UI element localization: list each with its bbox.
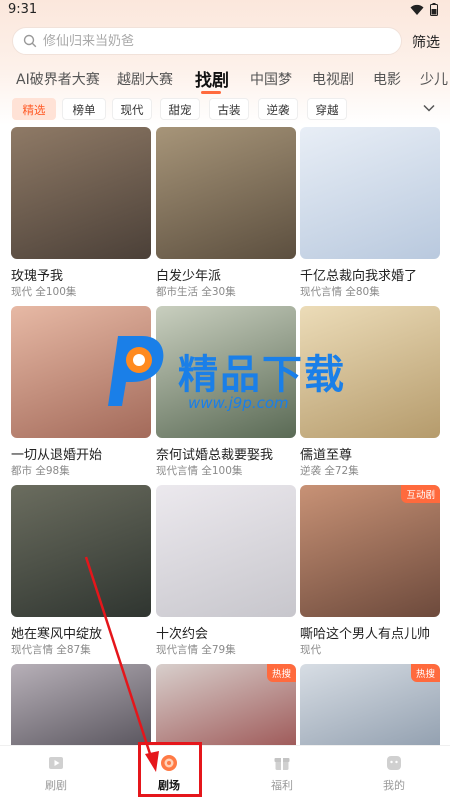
tab-tv-series[interactable]: 电视剧 [312,69,354,89]
genre-filter-chips: 精选 榜单 现代 甜宠 古装 逆袭 穿越 [0,98,450,122]
drama-poster [300,127,440,259]
drama-title: 十次约会 [156,627,209,642]
drama-poster [11,127,151,259]
drama-meta: 现代言情 全100集 [156,465,243,477]
watermark-text: 精品下载 [178,352,346,398]
watermark-logo [108,336,164,406]
gift-icon [274,758,290,770]
hot-search-badge: 热搜 [410,664,440,682]
chip-costume[interactable]: 古装 [209,98,249,120]
nav-label: 刷剧 [45,779,67,792]
drama-meta: 现代 全100集 [11,286,77,298]
status-icons [410,3,438,16]
drama-meta: 都市生活 全30集 [156,286,236,298]
drama-poster: 热搜 [156,664,296,745]
chip-featured[interactable]: 精选 [12,98,56,120]
watermark-url: www.j9p.com [188,394,289,412]
tab-find-drama[interactable]: 找剧 [195,66,229,91]
status-time: 9:31 [8,2,38,17]
tab-china-dream[interactable]: 中国梦 [250,69,292,89]
bottom-navigation: 刷剧 剧场 福利 我的 [0,745,450,801]
filter-button[interactable]: 筛选 [412,32,440,52]
drama-grid: 玫瑰予我 现代 全100集 白发少年派 都市生活 全30集 千亿总裁向我求婚了 … [0,125,450,745]
nav-label: 福利 [271,779,293,792]
drama-poster [156,127,296,259]
drama-meta: 现代 [300,644,321,656]
drama-poster [11,664,151,745]
drama-meta: 现代言情 全79集 [156,644,236,656]
search-input[interactable] [43,33,363,49]
nav-item-profile[interactable]: 我的 [338,746,450,801]
tab-movies[interactable]: 电影 [373,69,401,89]
drama-poster: 互动剧 [300,485,440,617]
hot-search-badge: 热搜 [266,664,296,682]
nav-item-binge[interactable]: 刷剧 [0,746,112,801]
drama-meta: 现代言情 全87集 [11,644,91,656]
chip-time-travel[interactable]: 穿越 [307,98,347,120]
drama-title: 嘶哈这个男人有点儿帅 [300,627,431,642]
wifi-icon [410,4,424,15]
chip-comeback[interactable]: 逆袭 [258,98,298,120]
drama-title: 儒道至尊 [300,448,353,463]
tab-ai-contest[interactable]: AI破界者大赛 [16,69,100,89]
chip-rankings[interactable]: 榜单 [62,98,106,120]
drama-title: 她在寒风中绽放 [11,627,103,642]
play-icon [49,757,63,769]
battery-icon [430,3,438,16]
search-bar[interactable] [12,27,402,55]
drama-meta: 现代言情 全80集 [300,286,380,298]
drama-poster [11,485,151,617]
chip-modern[interactable]: 现代 [112,98,152,120]
drama-title: 千亿总裁向我求婚了 [300,269,418,284]
drama-title: 玫瑰予我 [11,269,64,284]
tab-kids[interactable]: 少儿 [420,69,448,89]
drama-meta: 逆袭 全72集 [300,465,359,477]
tab-yue-opera-contest[interactable]: 越剧大赛 [117,69,173,89]
nav-item-rewards[interactable]: 福利 [226,746,338,801]
drama-title: 奈何试婚总裁要娶我 [156,448,274,463]
drama-meta: 都市 全98集 [11,465,70,477]
interactive-badge: 互动剧 [401,485,440,503]
watermark: 精品下载 www.j9p.com [100,330,390,430]
category-tabs: AI破界者大赛 越剧大赛 找剧 中国梦 电视剧 电影 少儿 [0,64,450,94]
drama-title: 一切从退婚开始 [11,448,103,463]
profile-icon [387,756,401,770]
drama-title: 白发少年派 [156,269,222,284]
drama-poster: 热搜 [300,664,440,745]
chevron-down-icon[interactable] [422,100,436,119]
nav-label: 我的 [383,779,405,792]
search-icon [23,34,37,48]
active-tab-indicator [201,91,221,94]
chip-sweet-romance[interactable]: 甜宠 [160,98,200,120]
status-bar: 9:31 [0,0,450,22]
annotation-highlight-box [138,742,202,797]
drama-poster [156,485,296,617]
